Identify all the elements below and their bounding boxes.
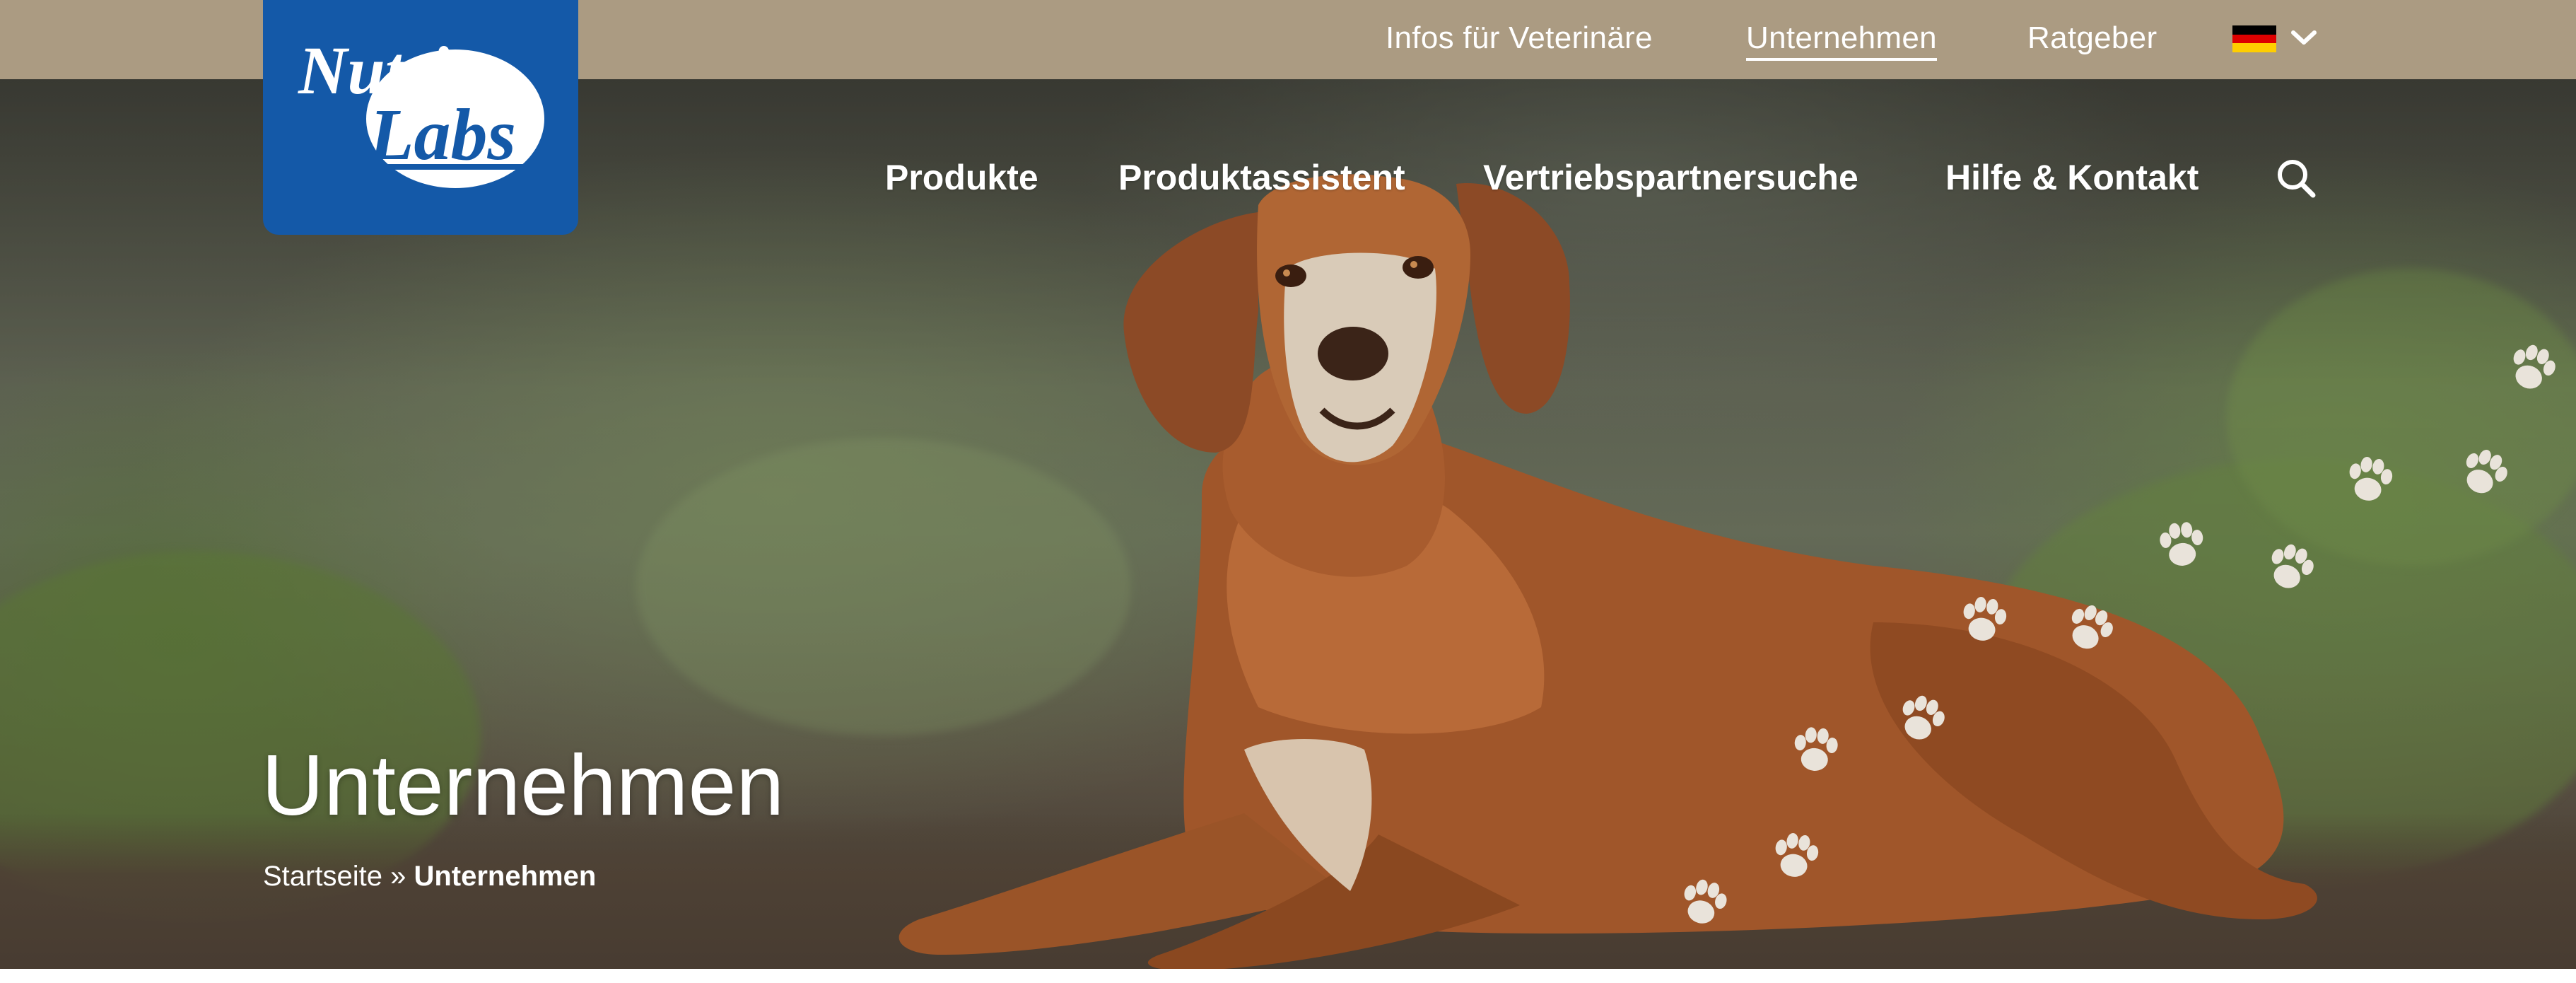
nav-help-contact-link[interactable]: Hilfe & Kontakt [1945,157,2199,198]
breadcrumb-current: Unternehmen [414,861,597,892]
breadcrumb-home-link[interactable]: Startseite [263,861,382,892]
search-icon[interactable] [2275,157,2317,199]
bottom-edge [0,969,2576,983]
topnav-advice-link[interactable]: Ratgeber [2027,20,2157,57]
nav-product-assistant-link[interactable]: Produktassistent [1118,157,1405,198]
nav-distributor-search-link[interactable]: Vertriebspartnersuche [1483,157,1858,198]
nutrilabs-logo[interactable]: Nutri Labs [263,0,578,235]
chevron-down-icon [2291,30,2317,45]
nav-products-link[interactable]: Produkte [885,157,1038,198]
language-switcher[interactable] [2232,24,2319,57]
breadcrumb: Startseite » Unternehmen [263,859,596,893]
topnav-veterinarians-link[interactable]: Infos für Veterinäre [1386,20,1653,57]
de-flag-icon [2232,25,2276,52]
topnav-company-link[interactable]: Unternehmen [1746,20,1937,61]
logo-line2: Labs [368,94,516,175]
logo-graphic: Nutri Labs [298,33,544,188]
breadcrumb-separator: » [382,861,414,892]
page-title: Unternehmen [262,737,785,833]
